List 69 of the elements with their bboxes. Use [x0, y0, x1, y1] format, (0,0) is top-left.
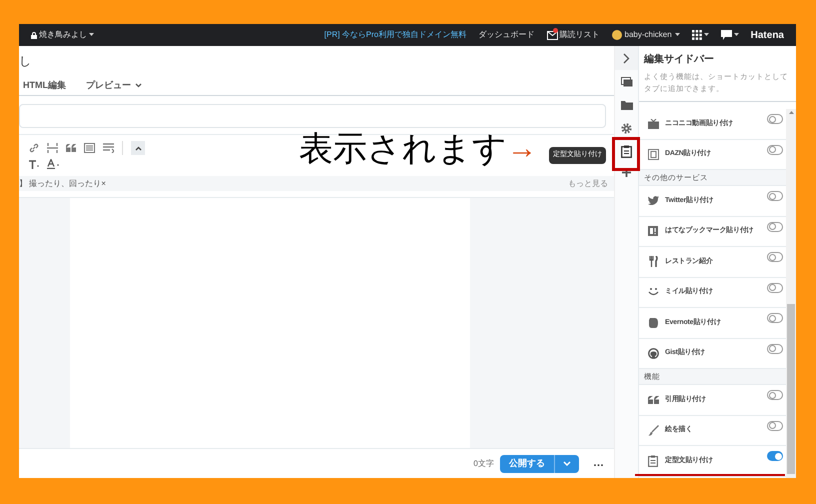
editor-tab[interactable]: プレビュー — [86, 78, 142, 92]
highlight-frame — [612, 137, 640, 171]
caret-icon — [674, 33, 680, 37]
images-icon[interactable] — [620, 77, 632, 87]
toggle-switch[interactable] — [767, 252, 783, 262]
brush-icon — [648, 424, 658, 436]
speech-bubble-icon — [720, 30, 732, 40]
toggle-switch[interactable] — [767, 451, 783, 461]
notifications-menu[interactable] — [720, 30, 739, 40]
collapse-sidebar-button[interactable] — [614, 46, 638, 70]
font-size-icon[interactable] — [29, 160, 39, 168]
caret-icon — [734, 33, 739, 37]
quote-icon — [648, 396, 658, 404]
promo-link[interactable]: [PR] 今ならPro利用で独自ドメイン無料 — [324, 29, 466, 41]
toggle-switch[interactable] — [767, 144, 783, 154]
blog-name-menu[interactable]: 焼き鳥みよし — [31, 29, 94, 41]
toggle-switch[interactable] — [767, 114, 783, 124]
toggle-switch[interactable] — [767, 222, 783, 232]
quote-icon[interactable] — [66, 144, 76, 152]
avatar — [612, 30, 622, 40]
brand-logo[interactable]: Hatena — [750, 28, 784, 42]
list-icon[interactable] — [84, 143, 95, 153]
horizontal-rule-icon[interactable] — [47, 143, 58, 153]
user-menu[interactable]: baby-chicken — [612, 29, 680, 41]
more-options-button[interactable]: … — [593, 455, 604, 472]
smile-icon — [648, 288, 658, 296]
blog-title: し — [19, 53, 32, 70]
toggle-switch[interactable] — [767, 420, 783, 430]
scrollbar-thumb[interactable] — [787, 304, 795, 474]
title-input-field[interactable] — [19, 104, 606, 128]
reading-list-link[interactable]: 購読リスト — [546, 29, 600, 41]
annotation-text: 表示されます — [299, 132, 507, 166]
envelope-icon — [546, 30, 558, 40]
logo-tile-icon — [648, 148, 658, 160]
tag-list[interactable]: 】 撮ったり、回ったり× — [19, 178, 106, 190]
octocat-icon — [648, 348, 658, 359]
toggle-switch[interactable] — [767, 390, 783, 400]
caret-icon — [89, 33, 94, 37]
caret-icon — [704, 33, 709, 37]
text-lines-icon[interactable] — [103, 143, 114, 153]
editor-tab[interactable]: HTML編集 — [23, 78, 66, 92]
annotation-arrow: → — [507, 134, 537, 164]
toggle-switch[interactable] — [767, 191, 783, 201]
chevron-right-icon — [623, 52, 630, 64]
bookmark-logo-icon — [648, 226, 658, 236]
chevron-down-icon — [135, 83, 142, 88]
toggle-switch[interactable] — [767, 282, 783, 292]
dashboard-link[interactable]: ダッシュボード — [478, 29, 534, 41]
chevron-up-icon — [134, 146, 142, 150]
toggle-switch[interactable] — [767, 344, 783, 354]
grid-icon — [692, 30, 702, 40]
collapse-toolbar-button[interactable] — [131, 141, 145, 155]
toggle-switch[interactable] — [767, 313, 783, 323]
scroll-up-icon[interactable] — [788, 111, 794, 114]
tv-icon — [648, 118, 658, 129]
settings-icon[interactable] — [621, 122, 632, 134]
text-color-icon[interactable] — [47, 159, 60, 169]
clipboard-icon[interactable] — [621, 144, 632, 158]
character-count: 0文字 — [474, 458, 494, 470]
clipboard-icon — [648, 454, 658, 467]
chevron-down-icon — [563, 461, 571, 466]
apps-menu[interactable] — [692, 30, 709, 40]
folder-icon[interactable] — [620, 100, 632, 110]
bird-icon — [648, 196, 658, 206]
fork-knife-icon — [648, 256, 658, 268]
scrollbar[interactable] — [786, 109, 796, 478]
lock-icon — [31, 32, 37, 38]
link-icon[interactable] — [29, 143, 39, 153]
sidebar-title: 編集サイドバー — [644, 52, 715, 67]
